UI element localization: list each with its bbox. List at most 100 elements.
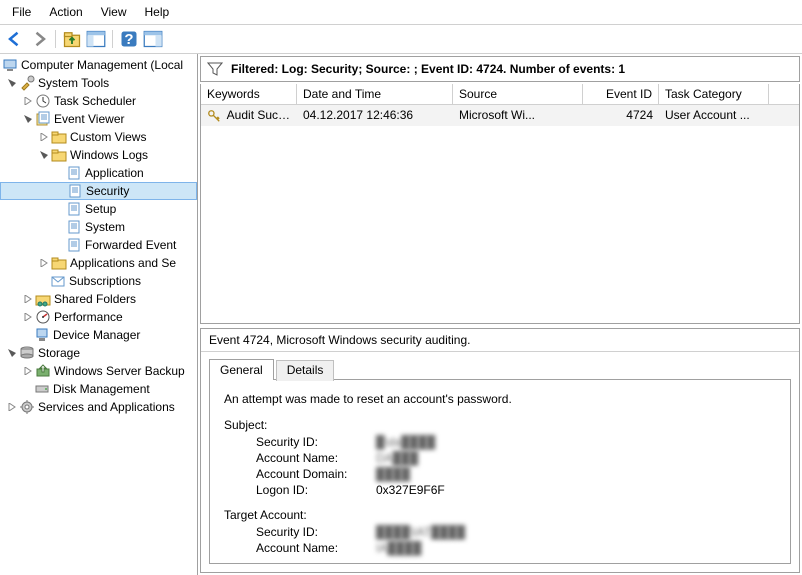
tree-storage[interactable]: Storage [0, 344, 197, 362]
expand-icon[interactable] [6, 347, 18, 359]
collapse-icon[interactable] [38, 257, 50, 269]
help-button[interactable]: ? [118, 28, 140, 50]
expand-icon[interactable] [38, 149, 50, 161]
log-icon [66, 165, 82, 181]
tab-general[interactable]: General [209, 359, 274, 380]
cell-keywords: Audit Succ... [201, 107, 297, 124]
panes-button[interactable] [142, 28, 164, 50]
tree-disk-mgmt[interactable]: Disk Management [0, 380, 197, 398]
col-eventid[interactable]: Event ID [583, 84, 659, 104]
tree-label: Windows Logs [70, 148, 148, 162]
clock-icon [35, 93, 51, 109]
tree-label: Disk Management [53, 382, 150, 396]
tree-log-security[interactable]: Security [0, 182, 197, 200]
show-hide-tree-button[interactable] [85, 28, 107, 50]
event-viewer-icon [35, 111, 51, 127]
label-sid: Security ID: [256, 524, 376, 540]
menubar: File Action View Help [0, 0, 802, 25]
grid-empty-area[interactable] [200, 126, 800, 324]
filter-text: Filtered: Log: Security; Source: ; Event… [231, 62, 625, 76]
tree-custom-views[interactable]: Custom Views [0, 128, 197, 146]
tree-apps-services[interactable]: Applications and Se [0, 254, 197, 272]
menu-file[interactable]: File [4, 2, 39, 22]
tree-label: Event Viewer [54, 112, 124, 126]
tree-event-viewer[interactable]: Event Viewer [0, 110, 197, 128]
backup-icon [35, 363, 51, 379]
col-taskcat[interactable]: Task Category [659, 84, 769, 104]
event-row[interactable]: Audit Succ... 04.12.2017 12:46:36 Micros… [201, 105, 799, 126]
tree-log-forwarded[interactable]: Forwarded Event [0, 236, 197, 254]
folder-icon [51, 255, 67, 271]
tree-wsb[interactable]: Windows Server Backup [0, 362, 197, 380]
label-acct-name: Account Name: [256, 540, 376, 556]
grid-header: Keywords Date and Time Source Event ID T… [201, 84, 799, 105]
toolbar-separator [55, 30, 56, 48]
tree-system-tools[interactable]: System Tools [0, 74, 197, 92]
event-detail: Event 4724, Microsoft Windows security a… [200, 328, 800, 573]
menu-action[interactable]: Action [41, 2, 90, 22]
tree-label: Shared Folders [54, 292, 136, 306]
expand-icon[interactable] [22, 113, 34, 125]
nav-tree[interactable]: Computer Management (Local System Tools … [0, 54, 198, 575]
tree-label: Performance [54, 310, 123, 324]
target-sid: ████\IAT████ [376, 524, 465, 540]
tree-task-scheduler[interactable]: Task Scheduler [0, 92, 197, 110]
tree-label: Task Scheduler [54, 94, 136, 108]
tree-windows-logs[interactable]: Windows Logs [0, 146, 197, 164]
col-keywords[interactable]: Keywords [201, 84, 297, 104]
col-datetime[interactable]: Date and Time [297, 84, 453, 104]
subject-sid: █\da████ [376, 434, 435, 450]
back-button[interactable] [4, 28, 26, 50]
tree-label: Forwarded Event [85, 238, 176, 252]
tree-shared-folders[interactable]: Shared Folders [0, 290, 197, 308]
forward-button[interactable] [28, 28, 50, 50]
services-icon [19, 399, 35, 415]
tree-services-apps[interactable]: Services and Applications [0, 398, 197, 416]
filter-bar: Filtered: Log: Security; Source: ; Event… [200, 56, 800, 82]
tree-performance[interactable]: Performance [0, 308, 197, 326]
subject-name: DA███ [376, 450, 418, 466]
collapse-icon[interactable] [22, 365, 34, 377]
shared-folder-icon [35, 291, 51, 307]
tree-label: Setup [85, 202, 116, 216]
tree-subscriptions[interactable]: Subscriptions [0, 272, 197, 290]
tree-label: Subscriptions [69, 274, 141, 288]
tree-device-manager[interactable]: Device Manager [0, 326, 197, 344]
events-grid[interactable]: Keywords Date and Time Source Event ID T… [200, 84, 800, 126]
log-icon [66, 219, 82, 235]
cell-source: Microsoft Wi... [453, 107, 583, 124]
menu-help[interactable]: Help [137, 2, 178, 22]
storage-icon [19, 345, 35, 361]
label-logon-id: Logon ID: [256, 482, 376, 498]
collapse-icon[interactable] [22, 95, 34, 107]
col-source[interactable]: Source [453, 84, 583, 104]
cell-datetime: 04.12.2017 12:46:36 [297, 107, 453, 124]
collapse-icon[interactable] [6, 401, 18, 413]
tree-log-application[interactable]: Application [0, 164, 197, 182]
label-acct-name: Account Name: [256, 450, 376, 466]
tree-label: Security [86, 184, 129, 198]
performance-icon [35, 309, 51, 325]
computer-mgmt-icon [2, 57, 18, 73]
collapse-icon[interactable] [38, 131, 50, 143]
tree-root[interactable]: Computer Management (Local [0, 56, 197, 74]
target-name: IA████ [376, 540, 421, 556]
expand-icon[interactable] [6, 77, 18, 89]
subscriptions-icon [50, 273, 66, 289]
col-spacer [769, 84, 799, 104]
main-area: Computer Management (Local System Tools … [0, 54, 802, 575]
collapse-icon[interactable] [22, 293, 34, 305]
tree-label: Application [85, 166, 144, 180]
log-icon [66, 201, 82, 217]
event-message: An attempt was made to reset an account'… [224, 392, 776, 406]
menu-view[interactable]: View [93, 2, 135, 22]
folder-icon [51, 129, 67, 145]
key-icon [207, 109, 221, 123]
tree-log-setup[interactable]: Setup [0, 200, 197, 218]
disk-icon [34, 381, 50, 397]
tab-details[interactable]: Details [276, 360, 335, 381]
up-button[interactable] [61, 28, 83, 50]
tree-log-system[interactable]: System [0, 218, 197, 236]
collapse-icon[interactable] [22, 311, 34, 323]
tab-general-page: An attempt was made to reset an account'… [209, 379, 791, 564]
